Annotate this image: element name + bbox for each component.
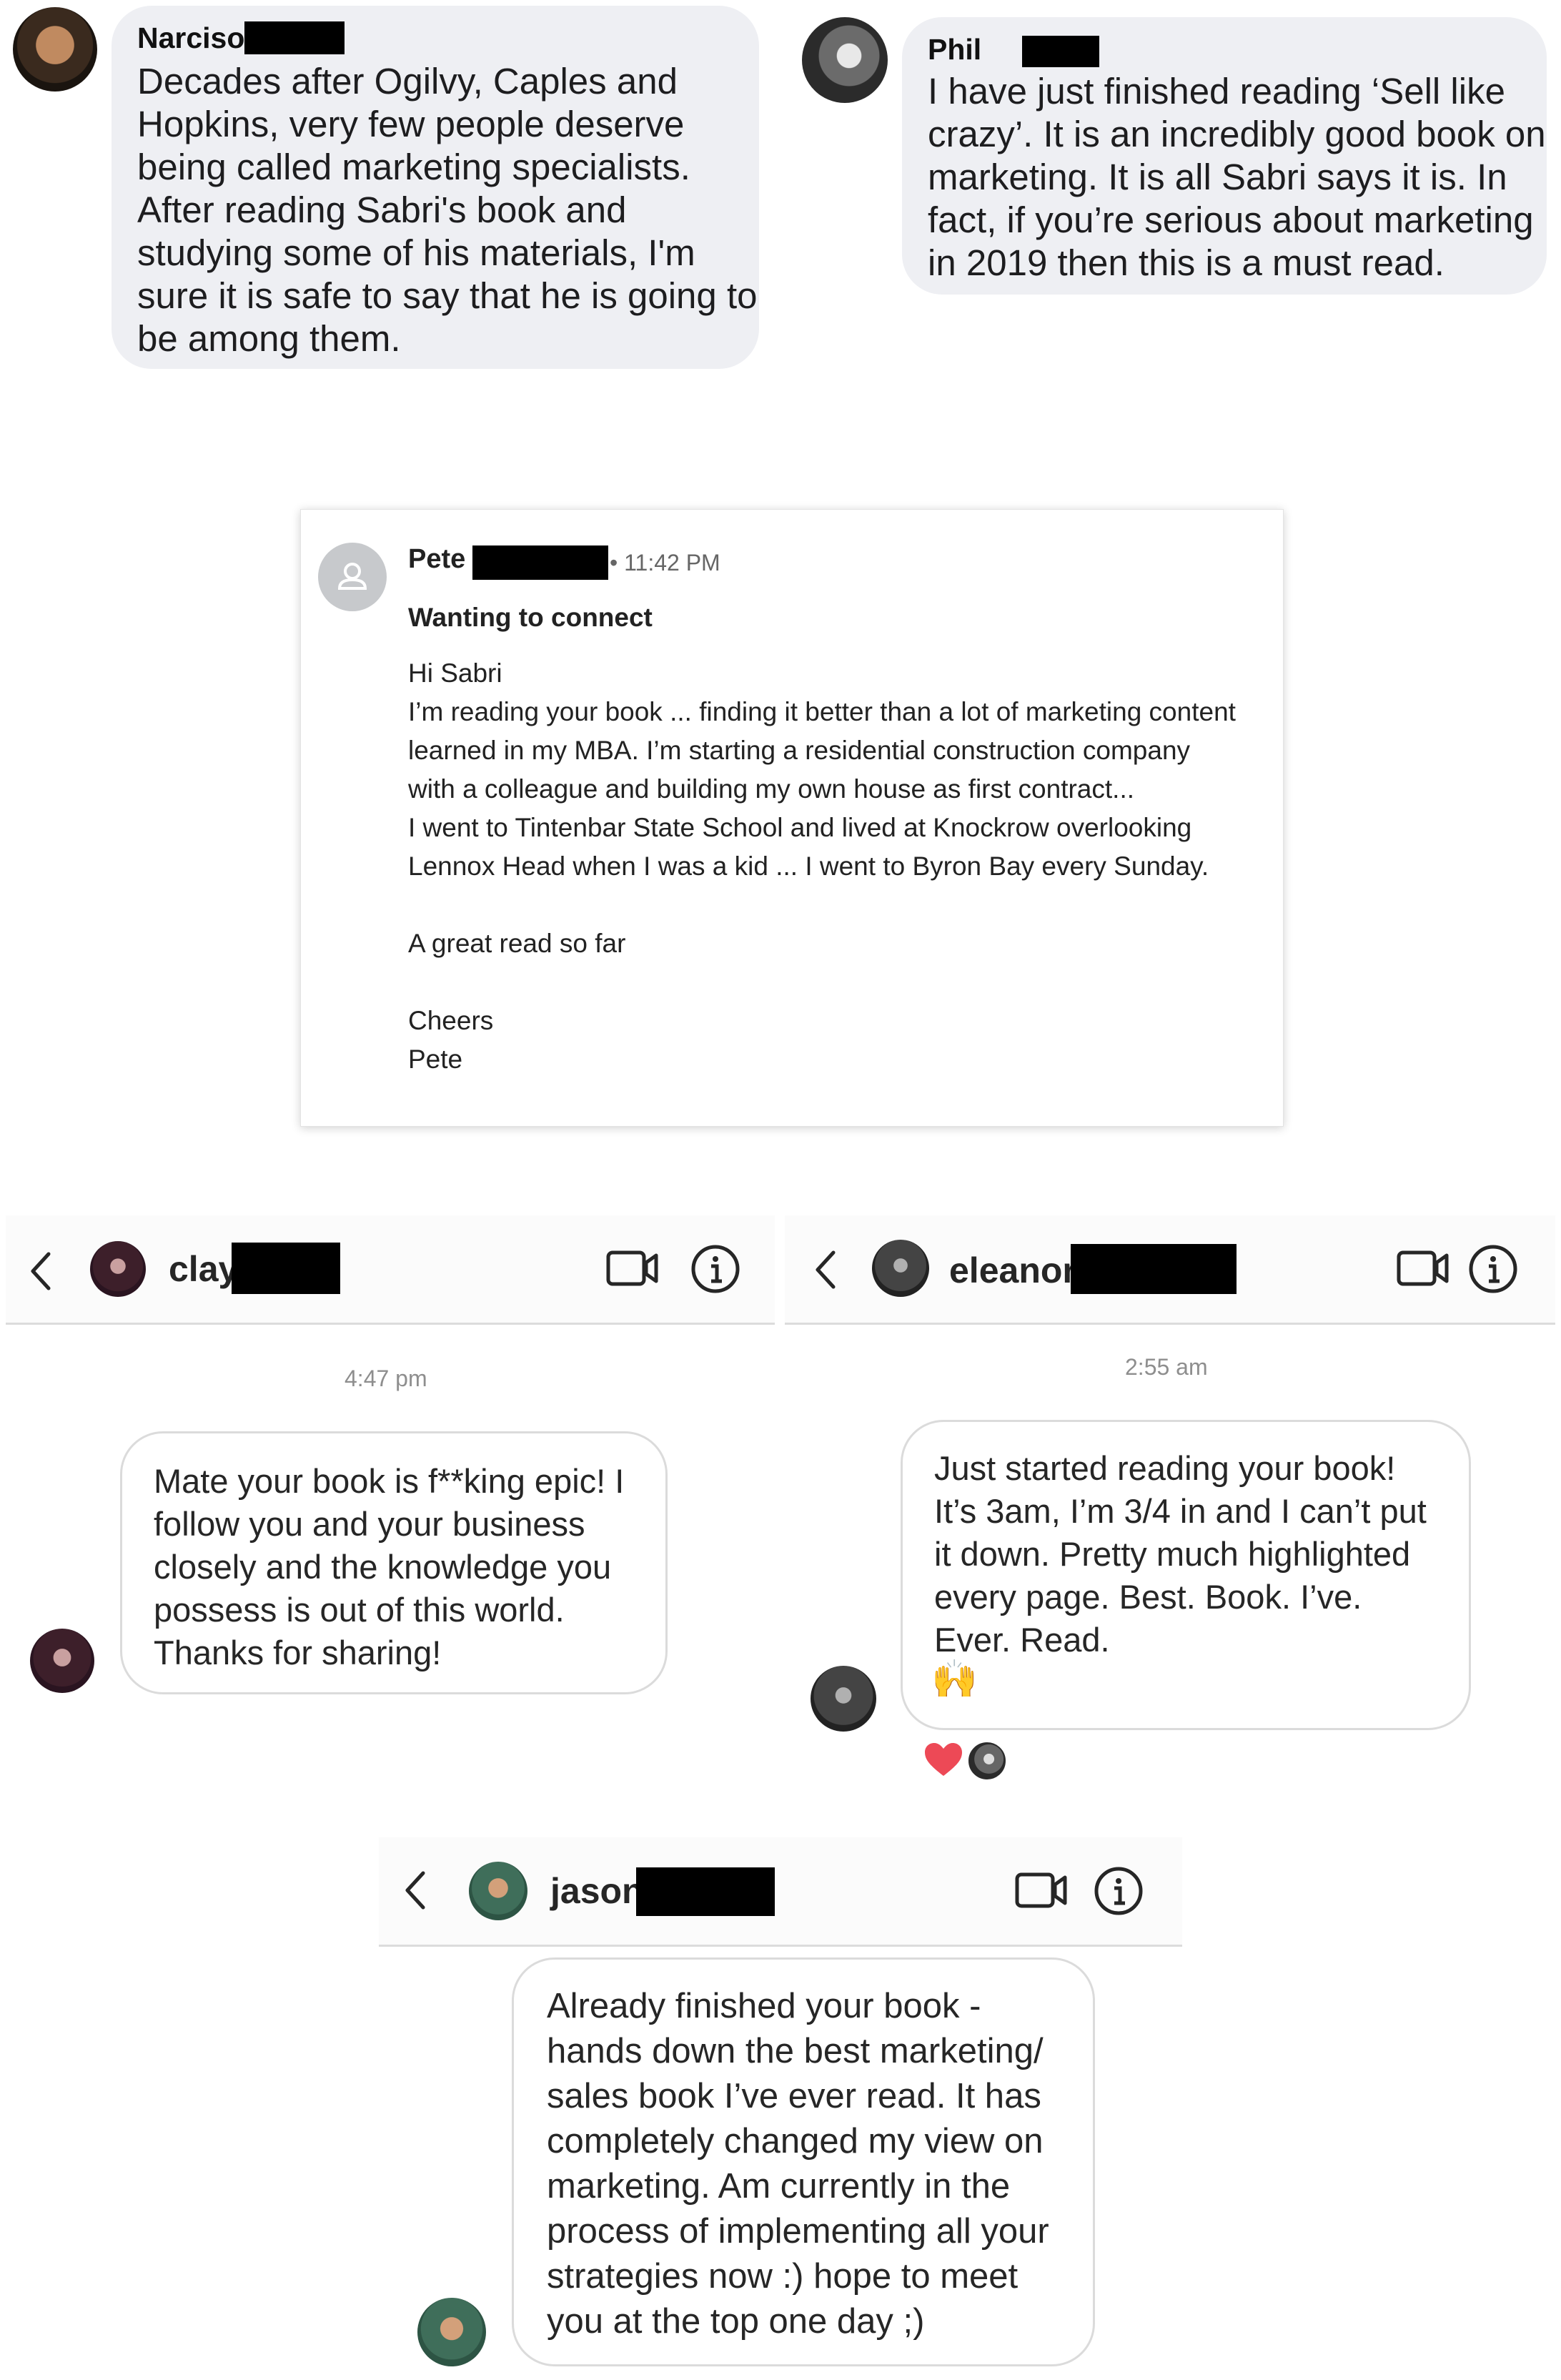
message-line: learned in my MBA. I’m starting a reside… <box>408 736 1191 765</box>
dm-line: you at the top one day ;) <box>547 2302 925 2341</box>
comment-line: marketing. It is all Sabri says it is. I… <box>928 157 1507 197</box>
video-call-icon[interactable] <box>1397 1248 1450 1288</box>
dm-line: Thanks for sharing! <box>154 1634 442 1672</box>
back-chevron-icon[interactable] <box>402 1869 430 1912</box>
dm-username[interactable]: clay <box>169 1248 238 1290</box>
avatar-phil[interactable] <box>802 17 888 103</box>
default-user-icon[interactable] <box>318 543 387 611</box>
message-line: Hi Sabri <box>408 658 502 688</box>
dm-line: Just started reading your book! <box>934 1449 1396 1487</box>
dm-line: Ever. Read. <box>934 1621 1110 1659</box>
redaction-bar <box>472 545 608 580</box>
comment-line: crazy’. It is an incredibly good book on <box>928 114 1546 154</box>
dm-line: Already finished your book - <box>547 1987 981 2025</box>
heart-reaction-icon[interactable] <box>923 1742 963 1779</box>
commenter-name[interactable]: Phil <box>928 33 981 66</box>
back-chevron-icon[interactable] <box>812 1248 841 1291</box>
avatar-jason-small[interactable] <box>417 2298 486 2366</box>
redaction-bar <box>1071 1244 1237 1294</box>
redaction-bar <box>636 1867 775 1916</box>
redaction-bar <box>244 21 345 54</box>
dm-timestamp: 2:55 am <box>1125 1354 1208 1380</box>
back-chevron-icon[interactable] <box>27 1250 56 1293</box>
avatar-clay[interactable] <box>90 1241 146 1297</box>
comment-line: be among them. <box>137 318 401 359</box>
raised-hands-emoji: 🙌 <box>931 1659 978 1700</box>
comment-line: being called marketing specialists. <box>137 147 690 187</box>
dm-line: strategies now :) hope to meet <box>547 2257 1019 2296</box>
dm-line: Mate your book is f**king epic! I <box>154 1462 625 1500</box>
commenter-name[interactable]: Narciso <box>137 21 244 55</box>
dm-header-jason: jason <box>379 1837 1182 1947</box>
message-timestamp: • 11:42 PM <box>610 550 720 576</box>
comment-line: studying some of his materials, I'm <box>137 232 695 273</box>
dm-timestamp: 4:47 pm <box>345 1366 427 1391</box>
info-icon[interactable] <box>690 1244 740 1294</box>
message-line: A great read so far <box>408 929 626 958</box>
dm-line: sales book I’ve ever read. It has <box>547 2077 1041 2115</box>
comment-line: sure it is safe to say that he is going … <box>137 275 758 316</box>
dm-username[interactable]: jason <box>550 1870 644 1912</box>
dm-bubble-eleanor[interactable]: Just started reading your book! It’s 3am… <box>901 1420 1471 1730</box>
dm-line: closely and the knowledge you <box>154 1548 612 1586</box>
comment-line: fact, if you’re serious about marketing <box>928 199 1534 240</box>
sender-name[interactable]: Pete <box>408 544 465 575</box>
dm-bubble-clay[interactable]: Mate your book is f**king epic! I follow… <box>120 1431 668 1694</box>
dm-line: hands down the best marketing/ <box>547 2032 1044 2070</box>
video-call-icon[interactable] <box>606 1248 659 1288</box>
avatar-clay-small[interactable] <box>30 1629 94 1693</box>
dm-header-clay: clay <box>6 1215 775 1325</box>
message-card-pete: Pete • 11:42 PM Wanting to connect Hi Sa… <box>300 509 1284 1127</box>
dm-line: follow you and your business <box>154 1505 585 1543</box>
redaction-bar <box>1022 36 1099 67</box>
comment-line: in 2019 then this is a must read. <box>928 242 1444 283</box>
message-line: Lennox Head when I was a kid ... I went … <box>408 851 1209 881</box>
message-line: with a colleague and building my own hou… <box>408 774 1135 804</box>
comment-line: Decades after Ogilvy, Caples and <box>137 61 678 102</box>
comment-line: I have just finished reading ‘Sell like <box>928 71 1505 112</box>
message-line: Pete <box>408 1045 463 1074</box>
dm-line: process of implementing all your <box>547 2212 1049 2251</box>
dm-line: it down. Pretty much highlighted <box>934 1535 1411 1573</box>
comment-bubble-phil: Phil I have just finished reading ‘Sell … <box>902 17 1547 295</box>
avatar-narciso[interactable] <box>13 7 97 92</box>
info-icon[interactable] <box>1468 1244 1518 1294</box>
dm-header-eleanor: eleanor <box>785 1215 1555 1325</box>
dm-line: It’s 3am, I’m 3/4 in and I can’t put <box>934 1492 1427 1530</box>
dm-line: possess is out of this world. <box>154 1591 565 1629</box>
dm-bubble-jason[interactable]: Already finished your book - hands down … <box>512 1957 1095 2366</box>
message-subject: Wanting to connect <box>408 603 653 632</box>
message-line: I’m reading your book ... finding it bet… <box>408 697 1236 726</box>
message-line: I went to Tintenbar State School and liv… <box>408 813 1192 842</box>
video-call-icon[interactable] <box>1015 1870 1068 1910</box>
comment-bubble-narciso: Narciso Decades after Ogilvy, Caples and… <box>112 6 759 369</box>
dm-line: completely changed my view on <box>547 2122 1044 2161</box>
dm-line: every page. Best. Book. I’ve. <box>934 1578 1362 1616</box>
info-icon[interactable] <box>1094 1866 1144 1916</box>
redaction-bar <box>232 1243 340 1294</box>
avatar-eleanor[interactable] <box>872 1240 929 1297</box>
message-line: Cheers <box>408 1006 494 1035</box>
dm-username[interactable]: eleanor <box>949 1250 1076 1291</box>
comment-line: Hopkins, very few people deserve <box>137 104 685 144</box>
avatar-jason[interactable] <box>469 1862 527 1920</box>
avatar-eleanor-small[interactable] <box>811 1666 876 1732</box>
dm-line: marketing. Am currently in the <box>547 2167 1011 2206</box>
reactor-avatar[interactable] <box>966 1740 1008 1782</box>
comment-line: After reading Sabri's book and <box>137 189 627 230</box>
